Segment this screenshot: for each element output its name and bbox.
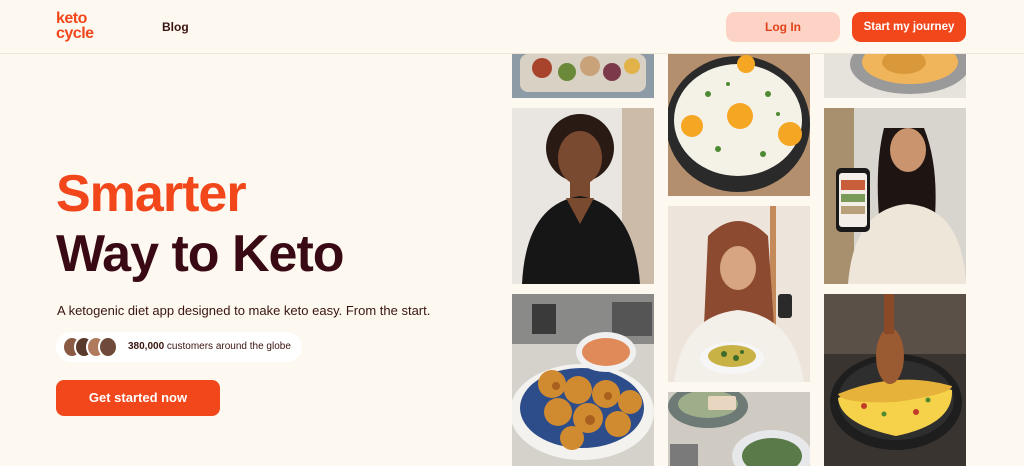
logo-line-1: keto — [56, 10, 87, 27]
customer-avatars — [62, 336, 122, 358]
login-button[interactable]: Log In — [726, 12, 840, 42]
omelette-pan-photo — [824, 294, 966, 466]
social-proof-badge: 380,000 customers around the globe — [56, 332, 302, 362]
get-started-button[interactable]: Get started now — [56, 380, 220, 416]
avatar — [98, 336, 118, 358]
woman-with-phone-photo — [824, 108, 966, 284]
ketocycle-logo[interactable]: keto cycle — [56, 10, 94, 42]
logo-line-2: cycle — [56, 25, 94, 42]
site-header: keto cycle Blog Log In Start my journey — [0, 0, 1024, 54]
hero-subtitle: A ketogenic diet app designed to make ke… — [57, 303, 431, 318]
hero-title-accent: Smarter — [56, 165, 247, 223]
customers-count: 380,000 — [128, 341, 165, 352]
fritters-plate-photo — [512, 294, 654, 466]
pan-dish-photo — [824, 54, 966, 98]
hero-title-main: Way to Keto — [56, 225, 345, 283]
nav-blog-link[interactable]: Blog — [162, 20, 189, 34]
woman-hijab-phone-photo — [668, 206, 810, 382]
bowls-plates-photo — [668, 392, 810, 466]
woman-smiling-photo — [512, 108, 654, 284]
customers-caption: customers around the globe — [164, 341, 291, 352]
start-journey-button[interactable]: Start my journey — [852, 12, 966, 42]
food-salad-photo — [512, 54, 654, 98]
fried-eggs-photo — [668, 54, 810, 196]
customers-text: 380,000 customers around the globe — [128, 341, 291, 352]
